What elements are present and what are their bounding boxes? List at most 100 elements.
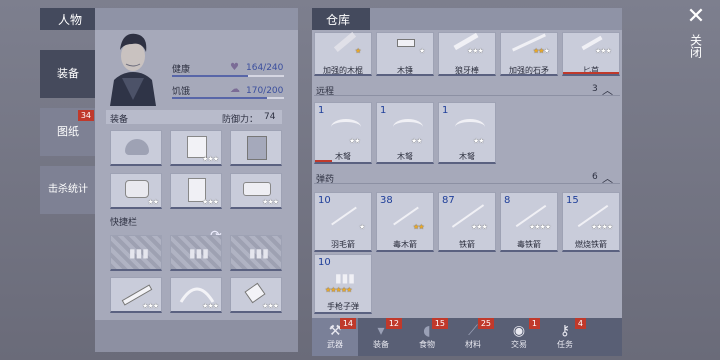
character-portrait — [100, 20, 166, 106]
hunger-label: 饥饿 — [172, 87, 191, 97]
ranged-header-bar — [314, 82, 620, 96]
defense-value: 74 — [264, 112, 276, 122]
gloves-icon — [125, 180, 149, 198]
bottom-tab-quests[interactable]: ⚷ 任务 4 — [542, 318, 588, 356]
close-label: 关闭 — [688, 34, 703, 58]
ammo-item-6[interactable]: 10 ▮▮▮ ★★★★★ 手枪子弹 — [314, 254, 372, 314]
item-count: 15 — [566, 195, 579, 206]
blueprints-badge: 34 — [77, 110, 94, 121]
ammo-item-4[interactable]: 8 ★★★★ 毒铁箭 — [500, 192, 558, 252]
stars: ★★★★★ — [325, 286, 352, 294]
ranged-count: 3 — [592, 84, 598, 94]
right-title: 仓库 — [326, 13, 351, 27]
stars: ★★★ — [202, 155, 219, 163]
tab-badge: 14 — [339, 318, 356, 329]
tab-kill-stats[interactable]: 击杀统计 — [40, 166, 96, 214]
hotbar-label: 快捷栏 — [110, 218, 138, 228]
equip-slot-backpack[interactable] — [230, 130, 282, 166]
ammo-item-1[interactable]: 10 ★ 羽毛箭 — [314, 192, 372, 252]
equip-slot-boots[interactable]: ★★★ — [230, 173, 282, 209]
melee-item-4[interactable]: ★★★ 加强的石矛 — [500, 32, 558, 76]
hunger-bar — [172, 97, 284, 99]
bottom-tab-weapons[interactable]: ⚒ 武器 14 — [312, 318, 358, 356]
stars: ★★ — [413, 223, 425, 231]
melee-item-2[interactable]: ★ 木锤 — [376, 32, 434, 76]
collapse-icon[interactable]: ︿ — [602, 82, 613, 98]
item-name: 手枪子弹 — [327, 302, 359, 311]
equip-slot-hat[interactable] — [110, 130, 162, 166]
close-icon: ✕ — [686, 4, 706, 29]
stars: ★★★ — [533, 47, 550, 55]
item-name: 羽毛箭 — [331, 240, 355, 249]
ranged-item-1[interactable]: 1 ★★ 木弩 — [314, 102, 372, 164]
hotbar-slot-3[interactable]: ▮▮▮ — [230, 235, 282, 271]
crossbow-icon — [393, 119, 423, 135]
item-count: 8 — [504, 195, 511, 206]
ammo-item-5[interactable]: 15 ★★★★ 燃烧铁箭 — [562, 192, 620, 252]
stars: ★★★ — [202, 198, 219, 206]
equip-slot-jacket[interactable]: ★★★ — [170, 130, 222, 166]
bullet-icon: ▮▮▮ — [335, 271, 355, 285]
club-icon — [333, 31, 357, 53]
melee-item-3[interactable]: ★★★ 狼牙棒 — [438, 32, 496, 76]
equip-slot-pants[interactable]: ★★★ — [170, 173, 222, 209]
bottom-tab-food[interactable]: ◖ 食物 15 — [404, 318, 450, 356]
tab-blueprints-label: 图纸 — [57, 125, 79, 138]
melee-item-1[interactable]: ★ 加强的木棍 — [314, 31, 372, 76]
bottom-tab-label: 食物 — [419, 340, 435, 349]
defense-label: 防御力： — [222, 115, 259, 125]
bottom-tab-label: 武器 — [327, 340, 343, 349]
hotbar-slot-5[interactable]: ★★★ — [170, 277, 222, 313]
hat-icon — [125, 139, 149, 155]
item-name: 毒木箭 — [393, 240, 417, 249]
tab-blueprints[interactable]: 图纸 34 — [40, 108, 96, 156]
item-name: 木锤 — [397, 66, 413, 75]
stars: ★★★ — [595, 47, 612, 55]
tab-kill-stats-label: 击杀统计 — [48, 184, 88, 195]
durability-bar — [563, 72, 619, 74]
item-count: 10 — [318, 257, 331, 268]
bottom-tab-label: 交易 — [511, 340, 527, 349]
hotbar-slot-6[interactable]: ★★★ — [230, 277, 282, 313]
bottom-tab-label: 材料 — [465, 340, 481, 349]
stars: ★★★ — [262, 302, 279, 310]
equip-slot-gloves[interactable]: ★★ — [110, 173, 162, 209]
close-button[interactable]: ✕ 关闭 — [680, 6, 712, 76]
bottom-tab-trade[interactable]: ◉ 交易 1 — [496, 318, 542, 356]
stars: ★ — [419, 47, 425, 55]
item-name: 毒铁箭 — [517, 240, 541, 249]
item-name: 加强的木棍 — [323, 66, 363, 75]
melee-item-5[interactable]: ★★★ 匕首 — [562, 32, 620, 76]
bottom-tab-materials[interactable]: ⟋ 材料 25 — [450, 318, 496, 356]
stars: ★★ — [473, 137, 485, 145]
item-name: 燃烧铁箭 — [575, 240, 607, 249]
item-count: 38 — [380, 195, 393, 206]
ammo-item-3[interactable]: 87 ★★★ 铁箭 — [438, 192, 496, 252]
cleaver-icon — [244, 282, 266, 304]
ranged-item-3[interactable]: 1 ★★ 木弩 — [438, 102, 496, 164]
ranged-item-2[interactable]: 1 ★★ 木弩 — [376, 102, 434, 164]
bottom-tab-equipment[interactable]: ▾ 装备 12 — [358, 318, 404, 356]
bottom-tab-label: 任务 — [557, 340, 573, 349]
stars: ★★★ — [262, 198, 279, 206]
hammer-icon — [397, 39, 415, 47]
stars: ★ — [355, 47, 361, 55]
item-name: 狼牙棒 — [455, 66, 479, 75]
tab-equip-label: 装备 — [57, 67, 79, 80]
tab-equip[interactable]: 装备 — [40, 50, 96, 98]
item-count: 1 — [442, 105, 449, 116]
hotbar-slot-4[interactable]: ★★★ — [110, 277, 162, 313]
stars: ★ — [359, 223, 365, 231]
hotbar-slot-2[interactable]: ▮▮▮ — [170, 235, 222, 271]
right-title-strip — [370, 8, 622, 30]
hotbar-slot-1[interactable]: ▮▮▮ — [110, 235, 162, 271]
tab-badge: 12 — [385, 318, 402, 329]
tab-badge: 4 — [574, 318, 586, 329]
ammo-item-2[interactable]: 38 ★★ 毒木箭 — [376, 192, 434, 252]
hunger-value: 170/200 — [246, 86, 284, 96]
ammo-icon: ▮▮▮ — [189, 246, 209, 260]
collapse-icon[interactable]: ︿ — [602, 170, 613, 186]
item-count: 1 — [380, 105, 387, 116]
stars: ★★ — [349, 137, 361, 145]
item-count: 10 — [318, 195, 331, 206]
